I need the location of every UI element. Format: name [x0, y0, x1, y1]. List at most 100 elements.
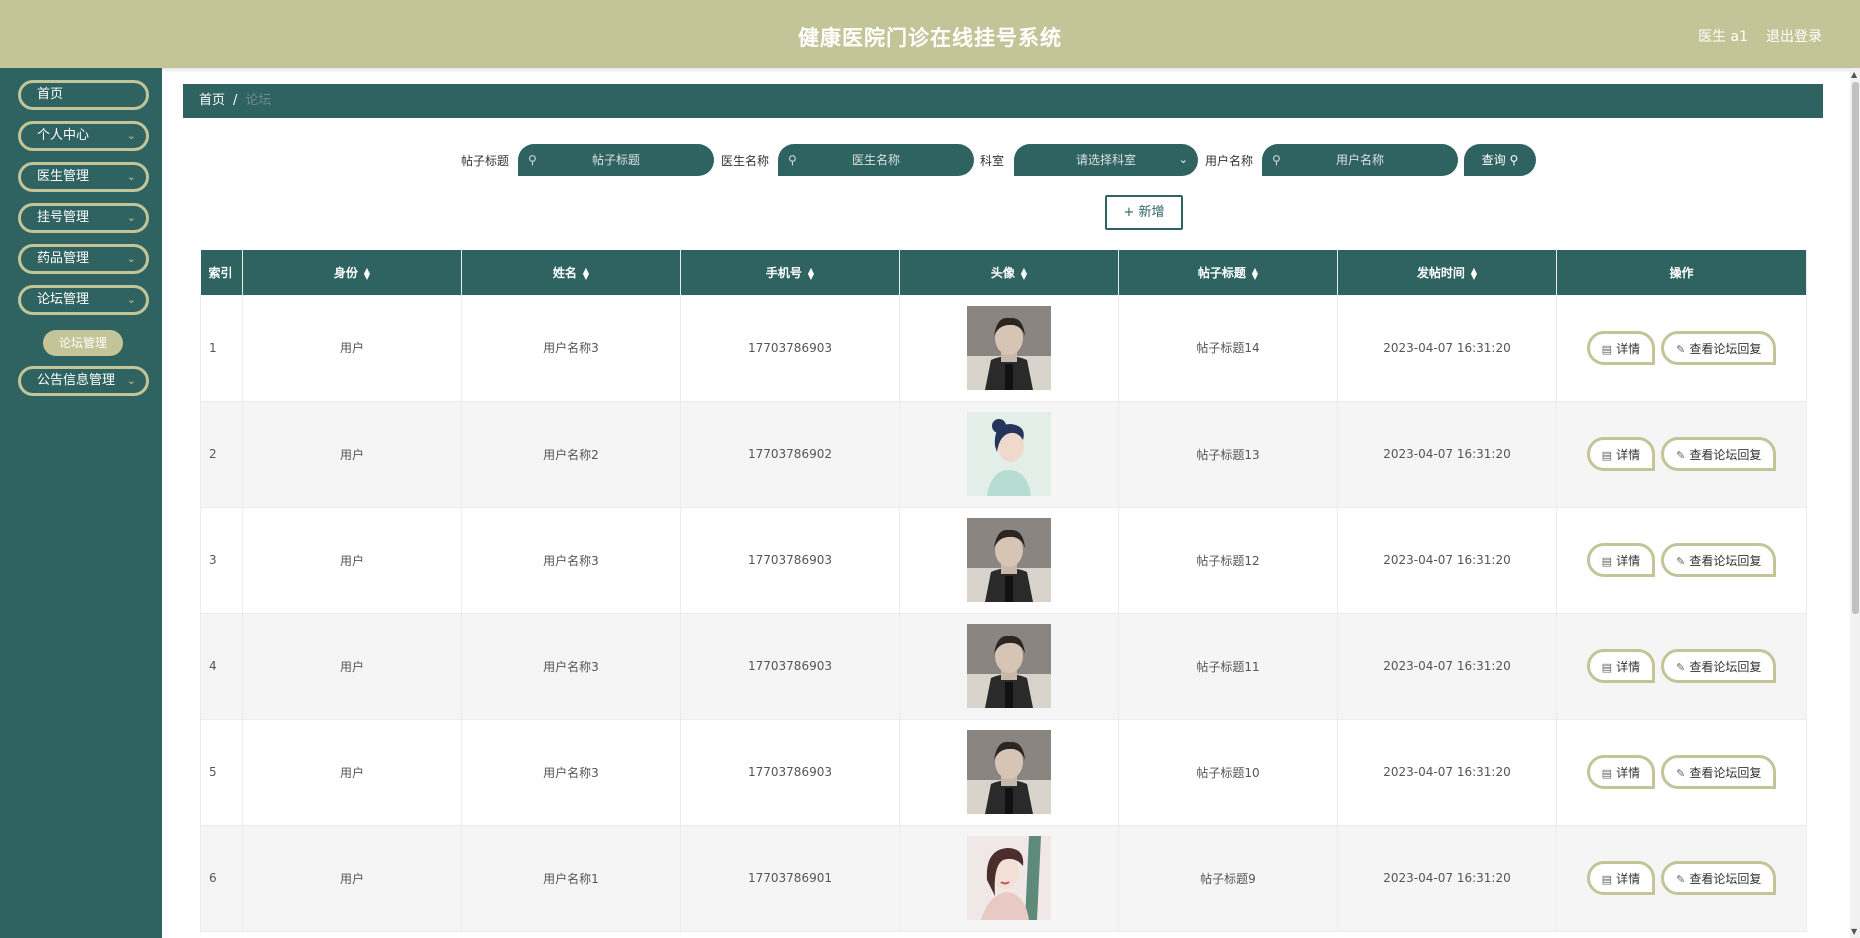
- cell-phone: 17703786903: [680, 507, 900, 614]
- cell-post-title: 帖子标题13: [1118, 401, 1338, 508]
- sidebar-item-medicine-management[interactable]: 药品管理 ⌄: [18, 244, 149, 274]
- detail-button[interactable]: ▤ 详情: [1586, 543, 1656, 577]
- scrollbar-thumb[interactable]: [1852, 82, 1859, 614]
- edit-icon: ✎: [1676, 449, 1686, 462]
- cell-name: 用户名称3: [461, 719, 681, 826]
- chevron-down-icon: ⌄: [1178, 153, 1188, 166]
- department-select[interactable]: 请选择科室 ⌄: [1014, 144, 1198, 176]
- cell-post-title: 帖子标题10: [1118, 719, 1338, 826]
- cell-post-time: 2023-04-07 16:31:20: [1337, 401, 1557, 508]
- sidebar-item-announcement-management[interactable]: 公告信息管理 ⌄: [18, 366, 149, 396]
- sort-icon[interactable]: ▲ ▼: [364, 266, 370, 280]
- view-replies-button[interactable]: ✎ 查看论坛回复: [1661, 649, 1777, 683]
- sort-icon[interactable]: ▲ ▼: [1021, 266, 1027, 280]
- cell-identity: 用户: [242, 507, 462, 614]
- cell-actions: ▤ 详情 ✎ 查看论坛回复: [1556, 825, 1807, 932]
- view-replies-button[interactable]: ✎ 查看论坛回复: [1661, 330, 1777, 365]
- logout-link[interactable]: 退出登录: [1766, 26, 1822, 46]
- edit-icon: ✎: [1676, 342, 1686, 356]
- cell-post-title: 帖子标题9: [1118, 825, 1338, 932]
- post-title-input[interactable]: ⚲ 帖子标题: [518, 144, 714, 176]
- department-label: 科室: [980, 154, 1005, 168]
- cell-post-time: 2023-04-07 16:31:20: [1337, 295, 1557, 402]
- view-replies-button[interactable]: ✎ 查看论坛回复: [1661, 543, 1777, 577]
- doctor-name-input[interactable]: ⚲ 医生名称: [778, 144, 974, 176]
- search-icon: ⚲: [528, 153, 537, 167]
- search-icon: ⚲: [1509, 153, 1519, 167]
- doctor-name-label: 医生名称: [721, 154, 770, 168]
- column-header-post-time[interactable]: 发帖时间 ▲ ▼: [1337, 250, 1557, 295]
- avatar: [967, 412, 1051, 496]
- view-replies-button[interactable]: ✎ 查看论坛回复: [1661, 755, 1777, 789]
- column-header-post-title[interactable]: 帖子标题 ▲ ▼: [1118, 250, 1338, 295]
- cell-avatar: [899, 613, 1119, 720]
- search-icon: ⚲: [788, 153, 797, 167]
- avatar: [967, 836, 1051, 920]
- sort-icon[interactable]: ▲ ▼: [1471, 266, 1477, 280]
- sidebar-item-personal-center[interactable]: 个人中心 ⌄: [18, 121, 149, 151]
- cell-post-time: 2023-04-07 16:31:20: [1337, 507, 1557, 614]
- sort-icon[interactable]: ▲ ▼: [808, 266, 814, 280]
- document-icon: ▤: [1601, 661, 1613, 674]
- column-header-phone[interactable]: 手机号 ▲ ▼: [680, 250, 900, 295]
- sidebar: 首页 个人中心 ⌄ 医生管理 ⌄ 挂号管理 ⌄ 药品管理 ⌄ 论坛管理 ⌄ 论坛…: [0, 68, 162, 938]
- detail-button[interactable]: ▤ 详情: [1586, 861, 1656, 895]
- search-bar: 帖子标题 ⚲ 帖子标题 医生名称 ⚲ 医生名称 科室 请选择科室 ⌄ 用户名称 …: [162, 144, 1860, 176]
- user-name-input[interactable]: ⚲ 用户名称: [1262, 144, 1458, 176]
- sidebar-item-doctor-management[interactable]: 医生管理 ⌄: [18, 162, 149, 192]
- cell-index: 6: [200, 825, 243, 932]
- cell-identity: 用户: [242, 401, 462, 508]
- breadcrumb-home[interactable]: 首页: [199, 93, 225, 108]
- add-button-label: 新增: [1138, 205, 1165, 220]
- search-button[interactable]: 查询 ⚲: [1464, 144, 1536, 176]
- cell-index: 3: [200, 507, 243, 614]
- sidebar-item-label: 药品管理: [37, 251, 90, 266]
- cell-name: 用户名称3: [461, 295, 681, 402]
- scroll-up-icon[interactable]: ▲: [1851, 70, 1857, 79]
- chevron-down-icon: ⌄: [126, 211, 136, 224]
- chevron-down-icon: ⌄: [126, 252, 136, 265]
- avatar: [967, 305, 1051, 390]
- post-title-label: 帖子标题: [461, 154, 510, 168]
- submenu-item-forum-management[interactable]: 论坛管理: [43, 330, 123, 356]
- cell-index: 2: [200, 401, 243, 508]
- cell-index: 5: [200, 719, 243, 826]
- column-header-name[interactable]: 姓名 ▲ ▼: [461, 250, 681, 295]
- document-icon: ▤: [1601, 449, 1613, 462]
- view-replies-button[interactable]: ✎ 查看论坛回复: [1661, 437, 1777, 471]
- forum-table: 索引 身份 ▲ ▼ 姓名 ▲ ▼ 手机号 ▲ ▼ 头像 ▲ ▼ 帖子标题 ▲ ▼ 发帖时间 ▲ ▼ 操作…: [200, 250, 1807, 932]
- detail-button[interactable]: ▤ 详情: [1586, 755, 1656, 789]
- edit-icon: ✎: [1676, 873, 1686, 886]
- chevron-down-icon: ⌄: [126, 170, 136, 183]
- sidebar-item-forum-management[interactable]: 论坛管理 ⌄: [18, 285, 149, 315]
- cell-identity: 用户: [242, 613, 462, 720]
- vertical-scrollbar[interactable]: ▲ ▼: [1850, 68, 1860, 938]
- sidebar-item-registration-management[interactable]: 挂号管理 ⌄: [18, 203, 149, 233]
- breadcrumb-separator: /: [233, 93, 238, 108]
- cell-post-time: 2023-04-07 16:31:20: [1337, 719, 1557, 826]
- cell-post-title: 帖子标题11: [1118, 613, 1338, 720]
- cell-phone: 17703786902: [680, 401, 900, 508]
- current-user: 医生 a1: [1698, 29, 1748, 45]
- cell-post-time: 2023-04-07 16:31:20: [1337, 825, 1557, 932]
- sidebar-item-label: 首页: [37, 87, 64, 102]
- detail-button[interactable]: ▤ 详情: [1586, 330, 1656, 365]
- detail-button[interactable]: ▤ 详情: [1586, 649, 1656, 683]
- sort-icon[interactable]: ▲ ▼: [1252, 266, 1258, 280]
- cell-index: 1: [200, 295, 243, 402]
- document-icon: ▤: [1601, 873, 1613, 886]
- view-replies-button[interactable]: ✎ 查看论坛回复: [1661, 861, 1777, 895]
- sort-icon[interactable]: ▲ ▼: [583, 266, 589, 280]
- post-title-placeholder: 帖子标题: [591, 153, 640, 167]
- cell-phone: 17703786901: [680, 825, 900, 932]
- sidebar-item-home[interactable]: 首页: [18, 80, 149, 110]
- add-button[interactable]: + 新增: [1105, 195, 1183, 230]
- detail-button[interactable]: ▤ 详情: [1586, 437, 1656, 471]
- scroll-down-icon[interactable]: ▼: [1851, 927, 1857, 936]
- column-header-avatar[interactable]: 头像 ▲ ▼: [899, 250, 1119, 295]
- column-header-identity[interactable]: 身份 ▲ ▼: [242, 250, 462, 295]
- breadcrumb-current: 论坛: [245, 93, 272, 108]
- document-icon: ▤: [1601, 555, 1613, 568]
- chevron-down-icon: ⌄: [126, 374, 136, 387]
- doctor-name-placeholder: 医生名称: [851, 153, 900, 167]
